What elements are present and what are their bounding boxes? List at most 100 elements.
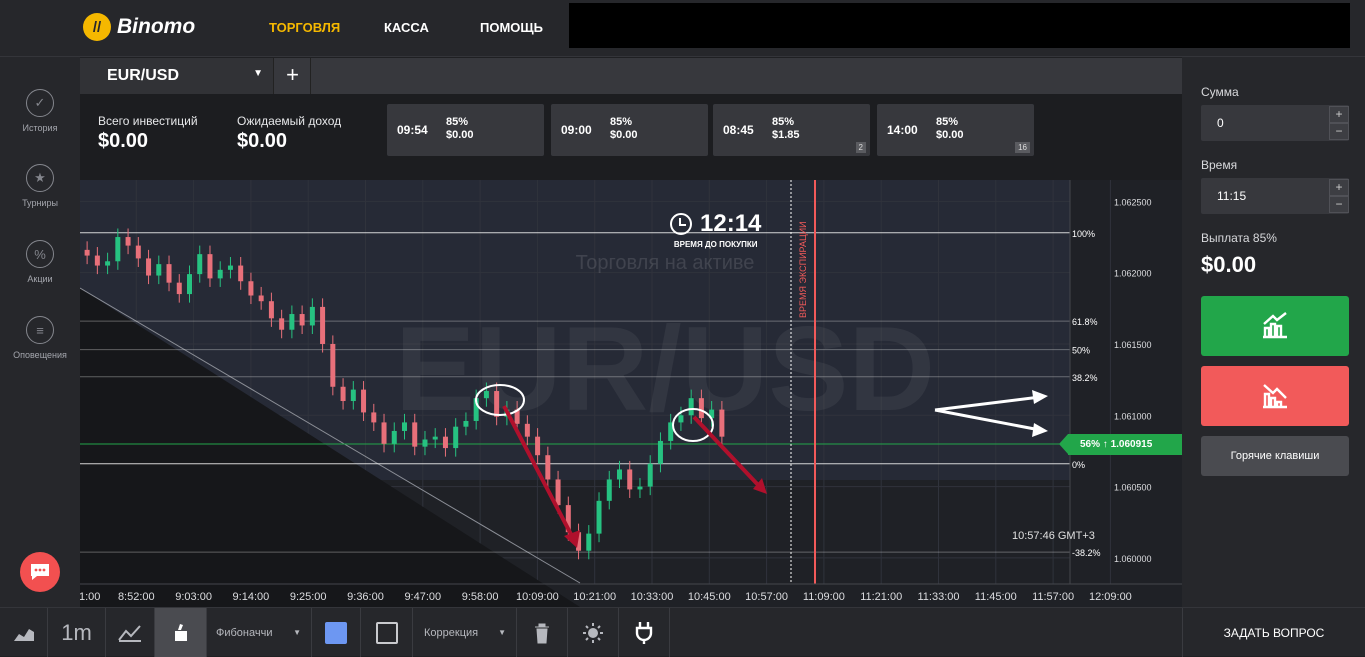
candle-body	[279, 318, 285, 330]
candle-body	[402, 422, 407, 431]
candle-body	[524, 423, 530, 437]
fib-label: -38.2%	[1072, 548, 1101, 558]
square-outline-icon	[375, 621, 398, 644]
candle-body	[617, 469, 622, 480]
candle-body	[422, 439, 428, 447]
time-tick: 9:36:00	[347, 591, 384, 603]
candle-body	[187, 274, 192, 295]
chevron-down-icon: ▼	[498, 628, 506, 637]
candle-body	[381, 422, 387, 444]
asset-name: EUR/USD	[107, 67, 180, 84]
chevron-down-icon[interactable]: ▼	[253, 68, 263, 79]
candle-body	[248, 281, 254, 296]
amount-field[interactable]: 0 + −	[1201, 105, 1349, 141]
increase-amount-button[interactable]: +	[1329, 106, 1349, 123]
color-picker[interactable]	[312, 608, 361, 657]
time-tick: 9:25:00	[290, 591, 327, 603]
fill-toggle[interactable]	[361, 608, 413, 657]
area-chart-icon[interactable]	[0, 608, 48, 657]
candle-body	[535, 436, 541, 456]
time-tick: 11:21:00	[860, 591, 902, 603]
ask-question-button[interactable]: ЗАДАТЬ ВОПРОС	[1182, 608, 1365, 657]
candle-body	[494, 391, 500, 417]
candle-body	[391, 430, 397, 444]
logo-mark: //	[83, 13, 111, 41]
brightness-icon[interactable]	[568, 608, 619, 657]
fib-label: 61.8%	[1072, 317, 1098, 327]
drawing-tools-icon[interactable]	[155, 608, 207, 657]
time-axis: 1:00 8:52:00 9:03:00 9:14:00 9:25:00 9:36:00 9…	[80, 591, 1132, 603]
time-tick: 10:21:00	[573, 591, 616, 603]
brand-name: Binomo	[117, 15, 196, 38]
time-tick: 10:45:00	[688, 591, 731, 603]
decrease-amount-button[interactable]: −	[1329, 123, 1349, 140]
price-tick: 1.060500	[1114, 483, 1152, 493]
candle-body	[340, 386, 346, 402]
candle-body	[678, 415, 684, 423]
trash-icon[interactable]	[517, 608, 568, 657]
candle-body	[412, 422, 418, 447]
time-tick: 9:03:00	[175, 591, 212, 603]
candle-body	[330, 343, 336, 387]
time-tick: 12:09:00	[1089, 591, 1132, 603]
price-axis: 1.062500 1.062000 1.061500 1.061000 1.060500…	[1114, 197, 1152, 563]
nav-cashier[interactable]: КАССА	[384, 20, 429, 35]
buy-up-button[interactable]	[1201, 296, 1349, 356]
color-swatch	[325, 621, 347, 644]
fib-label: 38.2%	[1072, 373, 1098, 383]
bell-menu-icon: ≡	[26, 316, 54, 344]
sidebar-item-promotions[interactable]: % Акции	[0, 240, 80, 284]
deal-percent: 85%	[610, 116, 633, 128]
sidebar-item-history[interactable]: ✓ История	[0, 89, 80, 133]
add-asset-button[interactable]: +	[275, 58, 311, 94]
nav-help[interactable]: ПОМОЩЬ	[480, 20, 543, 35]
sidebar-item-notifications[interactable]: ≡ Оповещения	[0, 316, 80, 360]
candle-body	[94, 255, 100, 266]
deal-card[interactable]: 14:00 85% $0.00 16	[877, 104, 1034, 156]
total-investment: Всего инвестиций $0.00	[98, 114, 198, 153]
fibonacci-select[interactable]: Фибоначчи ▼	[207, 608, 312, 657]
top-bar: // Binomo ТОРГОВЛЯ КАССА ПОМОЩЬ	[0, 0, 1365, 57]
decrease-time-button[interactable]: −	[1329, 196, 1349, 213]
timeframe-button[interactable]: 1m	[48, 608, 106, 657]
deal-card[interactable]: 08:45 85% $1.85 2	[713, 104, 870, 156]
time-field[interactable]: 11:15 + −	[1201, 178, 1349, 214]
current-price-tag: 56% ↑ 1.060915	[1059, 434, 1182, 455]
arrow-up-icon: ↑	[1102, 439, 1108, 450]
candle-body	[146, 258, 152, 276]
candle-body	[258, 295, 264, 302]
time-tick: 10:09:00	[516, 591, 559, 603]
candle-body	[217, 269, 223, 279]
price-value: 1.060915	[1110, 439, 1153, 450]
deal-time: 14:00	[887, 123, 918, 137]
candle-body	[647, 463, 653, 487]
hotkeys-button[interactable]: Горячие клавиши	[1201, 436, 1349, 476]
deal-card[interactable]: 09:00 85% $0.00	[551, 104, 708, 156]
increase-time-button[interactable]: +	[1329, 179, 1349, 196]
payout-label: Выплата 85%	[1201, 231, 1277, 245]
candle-body	[156, 264, 162, 276]
sell-down-button[interactable]	[1201, 366, 1349, 426]
price-chart[interactable]: EUR/USD Торговля на активе 100% 61.8% 50% 3…	[80, 180, 1182, 607]
correction-select[interactable]: Коррекция ▼	[413, 608, 517, 657]
deal-amount: $0.00	[610, 129, 638, 141]
indicators-icon[interactable]	[106, 608, 155, 657]
chat-button[interactable]	[20, 552, 60, 592]
deals-bar: Всего инвестиций $0.00 Ожидаемый доход $…	[80, 94, 1182, 180]
deal-percent: 85%	[936, 116, 959, 128]
redacted-area	[569, 3, 1350, 48]
asset-tab[interactable]: EUR/USD ▼	[80, 58, 274, 94]
sidebar-label: Оповещения	[13, 350, 67, 360]
percent-icon: %	[26, 240, 54, 268]
deal-card[interactable]: 09:54 85% $0.00	[387, 104, 544, 156]
purchase-timer: 12:14 ВРЕМЯ ДО ПОКУПКИ	[670, 210, 761, 249]
time-tick: 10:33:00	[631, 591, 674, 603]
candle-body	[125, 237, 131, 246]
sidebar-item-tournaments[interactable]: ★ Турниры	[0, 164, 80, 208]
candle-body	[238, 265, 244, 282]
deal-time: 09:00	[561, 123, 592, 137]
binomo-logo[interactable]: // Binomo	[83, 13, 195, 41]
candle-body	[361, 389, 367, 413]
nav-trading[interactable]: ТОРГОВЛЯ	[269, 20, 340, 35]
plug-icon[interactable]	[619, 608, 670, 657]
